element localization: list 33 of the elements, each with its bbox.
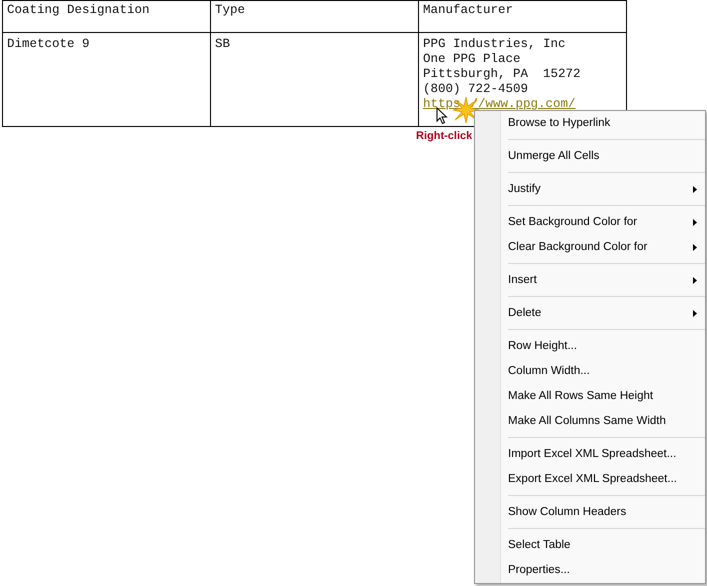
menu-item[interactable]: Export Excel XML Spreadsheet... bbox=[475, 467, 705, 492]
submenu-arrow-icon bbox=[693, 310, 697, 317]
menu-item[interactable]: Insert bbox=[475, 268, 705, 293]
column-header: Type bbox=[210, 0, 418, 32]
column-header: Manufacturer bbox=[418, 0, 626, 32]
address-line: (800) 722-4509 bbox=[423, 82, 530, 97]
menu-item[interactable]: Set Background Color for bbox=[475, 210, 705, 235]
menu-item[interactable]: Clear Background Color for bbox=[475, 235, 705, 260]
column-header: Coating Designation bbox=[2, 0, 210, 32]
menu-item[interactable]: Make All Columns Same Width bbox=[475, 409, 705, 434]
menu-item[interactable]: Properties... bbox=[475, 558, 705, 583]
hyperlink[interactable]: //www.ppg.com/ bbox=[470, 97, 576, 112]
callout-label: Right-click bbox=[416, 129, 472, 144]
menu-item[interactable]: Make All Rows Same Height bbox=[475, 384, 705, 409]
menu-item[interactable]: Import Excel XML Spreadsheet... bbox=[475, 442, 705, 467]
table-cell: Dimetcote 9 bbox=[2, 32, 210, 126]
menu-item[interactable]: Show Column Headers bbox=[475, 500, 705, 525]
table-cell: SB bbox=[210, 32, 418, 126]
menu-item[interactable]: Select Table bbox=[475, 533, 705, 558]
menu-item[interactable]: Unmerge All Cells bbox=[475, 144, 705, 169]
menu-item[interactable]: Justify bbox=[475, 177, 705, 202]
address-line: One PPG Place bbox=[423, 52, 522, 67]
submenu-arrow-icon bbox=[693, 244, 697, 251]
submenu-arrow-icon bbox=[693, 186, 697, 193]
submenu-arrow-icon bbox=[693, 219, 697, 226]
menu-item[interactable]: Row Height... bbox=[475, 334, 705, 359]
menu-item[interactable]: Browse to Hyperlink bbox=[475, 111, 705, 136]
menu-item[interactable]: Delete bbox=[475, 301, 705, 326]
submenu-arrow-icon bbox=[693, 277, 697, 284]
address-line: PPG Industries, Inc bbox=[423, 37, 567, 52]
address-line: Pittsburgh, PA 15272 bbox=[423, 67, 582, 82]
menu-item[interactable]: Column Width... bbox=[475, 359, 705, 384]
hyperlink[interactable]: https bbox=[423, 97, 461, 112]
